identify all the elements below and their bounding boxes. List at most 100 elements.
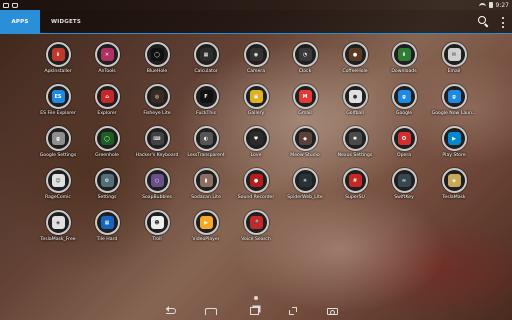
app-label: Greenhole — [95, 153, 119, 158]
app-calculator[interactable]: ▦ Calculator — [181, 42, 231, 82]
teslamask-free-icon: ◈ — [45, 210, 71, 235]
opera-icon: O — [391, 126, 417, 151]
tab-bar: APPS WIDGETS — [0, 10, 512, 34]
app-email[interactable]: ✉ Email — [429, 42, 479, 82]
app-glyph: ES — [51, 90, 65, 103]
app-soapbubbles[interactable]: ○ SoapBubbles — [132, 168, 182, 208]
app-hackers-keyboard[interactable]: ⌨ Hacker's Keyboard — [132, 126, 182, 166]
troll-icon: ☻ — [144, 210, 170, 235]
app-label: AnTools — [98, 69, 116, 74]
ragecomic-icon: ☺ — [45, 168, 71, 193]
app-videoplayer[interactable]: ▶ VideoPlayer — [181, 210, 231, 250]
app-fuckthis[interactable]: F FuckThis — [181, 84, 231, 124]
expand-icon[interactable] — [286, 305, 300, 317]
app-love[interactable]: ♥ Love — [231, 126, 281, 166]
search-icon[interactable] — [478, 16, 490, 28]
google-now-launcher-icon: g — [441, 84, 467, 109]
sound-recorder-icon: ● — [243, 168, 269, 193]
es-file-explorer-icon: ES — [45, 84, 71, 109]
app-google-now-launcher[interactable]: g Google Now Laun... — [429, 84, 479, 124]
app-opera[interactable]: O Opera — [379, 126, 429, 166]
app-glyph: M — [298, 90, 312, 103]
app-label: Nexus Settings — [337, 153, 373, 158]
app-label: SwiftKey — [394, 195, 414, 200]
app-label: FuckThis — [196, 111, 216, 116]
app-coffeehole[interactable]: ● CoffeeHole — [330, 42, 380, 82]
app-label: Voice Search — [241, 237, 271, 242]
app-label: Explorer — [97, 111, 117, 116]
app-google-settings[interactable]: g Google Settings — [33, 126, 83, 166]
app-clock[interactable]: ◔ Clock — [280, 42, 330, 82]
app-sound-recorder[interactable]: ● Sound Recorder — [231, 168, 281, 208]
app-glyph: 🎤 — [249, 216, 263, 229]
tab-widgets[interactable]: WIDGETS — [44, 10, 88, 34]
app-explorer[interactable]: ⌂ Explorer — [82, 84, 132, 124]
app-glyph: ● — [348, 48, 362, 61]
app-bluehole[interactable]: ◯ BlueHole — [132, 42, 182, 82]
home-icon[interactable] — [204, 305, 218, 317]
hackers-keyboard-icon: ⌨ — [144, 126, 170, 151]
page-indicator — [254, 296, 258, 300]
app-glyph: ◉ — [249, 48, 263, 61]
app-glyph: ♥ — [249, 132, 263, 145]
app-settings[interactable]: ⚙ Settings — [82, 168, 132, 208]
downloads-icon: ⬇ — [391, 42, 417, 67]
app-label: ES File Explorer — [40, 111, 76, 116]
app-antools[interactable]: ✕ AnTools — [82, 42, 132, 82]
overflow-menu-icon[interactable] — [501, 17, 504, 28]
app-label: Google Now Laun... — [431, 111, 477, 116]
camera-icon: ◉ — [243, 42, 269, 67]
app-troll[interactable]: ☻ Troll — [132, 210, 182, 250]
app-glyph: ◯ — [150, 48, 164, 61]
recent-apps-icon[interactable] — [247, 305, 261, 317]
app-swiftkey[interactable]: ≈ SwiftKey — [379, 168, 429, 208]
app-camera[interactable]: ◉ Camera — [231, 42, 281, 82]
app-meow-studio[interactable]: ◆ Meow Studio — [280, 126, 330, 166]
app-downloads[interactable]: ⬇ Downloads — [379, 42, 429, 82]
app-tile-hard[interactable]: ▦ Tile Hard — [82, 210, 132, 250]
app-nexus-settings[interactable]: ✱ Nexus Settings — [330, 126, 380, 166]
app-label: Downloads — [391, 69, 417, 74]
app-lesstransparent[interactable]: ◐ LessTransparent — [181, 126, 231, 166]
app-golfball[interactable]: ● Golfball — [330, 84, 380, 124]
app-gmail[interactable]: M Gmail — [280, 84, 330, 124]
app-gallery[interactable]: ▣ Gallery — [231, 84, 281, 124]
app-voice-search[interactable]: 🎤 Voice Search — [231, 210, 281, 250]
app-label: Opera — [396, 153, 412, 158]
app-label: RageComic — [45, 195, 71, 200]
clock-icon: ◔ — [292, 42, 318, 67]
app-label: Hacker's Keyboard — [135, 153, 179, 158]
app-supersu[interactable]: # SuperSU — [330, 168, 380, 208]
app-glyph: ▦ — [199, 48, 213, 61]
app-label: Troll — [152, 237, 162, 242]
app-glyph: ✱ — [348, 132, 362, 145]
app-es-file-explorer[interactable]: ES ES File Explorer — [33, 84, 83, 124]
app-glyph: ☻ — [150, 216, 164, 229]
app-label: SoapBubbles — [142, 195, 172, 200]
tab-apps[interactable]: APPS — [0, 10, 40, 34]
back-icon[interactable] — [164, 305, 178, 317]
app-glyph: g — [397, 90, 411, 103]
app-greenhole[interactable]: ◯ Greenhole — [82, 126, 132, 166]
app-sodacan-lite[interactable]: ▮ Sodacan Lite — [181, 168, 231, 208]
app-play-store[interactable]: ▶ Play Store — [429, 126, 479, 166]
app-teslamask-free[interactable]: ◈ TeslaMask_Free — [33, 210, 83, 250]
videoplayer-icon: ▶ — [193, 210, 219, 235]
camera-shortcut-icon[interactable] — [325, 305, 339, 317]
calculator-icon: ▦ — [193, 42, 219, 67]
app-glyph: ◈ — [51, 216, 65, 229]
app-fisheye-lite[interactable]: ◎ Fisheye Lite — [132, 84, 182, 124]
app-glyph: ◎ — [150, 90, 164, 103]
tile-hard-icon: ▦ — [94, 210, 120, 235]
gmail-icon: M — [292, 84, 318, 109]
app-apk-installer[interactable]: ⬇ ApkInstaller — [33, 42, 83, 82]
app-label: CoffeeHole — [342, 69, 368, 74]
app-teslamask[interactable]: ◈ TeslaMask — [429, 168, 479, 208]
app-glyph: ◐ — [199, 132, 213, 145]
app-google[interactable]: g Google — [379, 84, 429, 124]
app-ragecomic[interactable]: ☺ RageComic — [33, 168, 83, 208]
apk-installer-icon: ⬇ — [45, 42, 71, 67]
app-glyph: ◆ — [298, 132, 312, 145]
app-spiderweb-lite[interactable]: ✳ SpiderWeb_Lite — [280, 168, 330, 208]
app-glyph: ◯ — [100, 132, 114, 145]
